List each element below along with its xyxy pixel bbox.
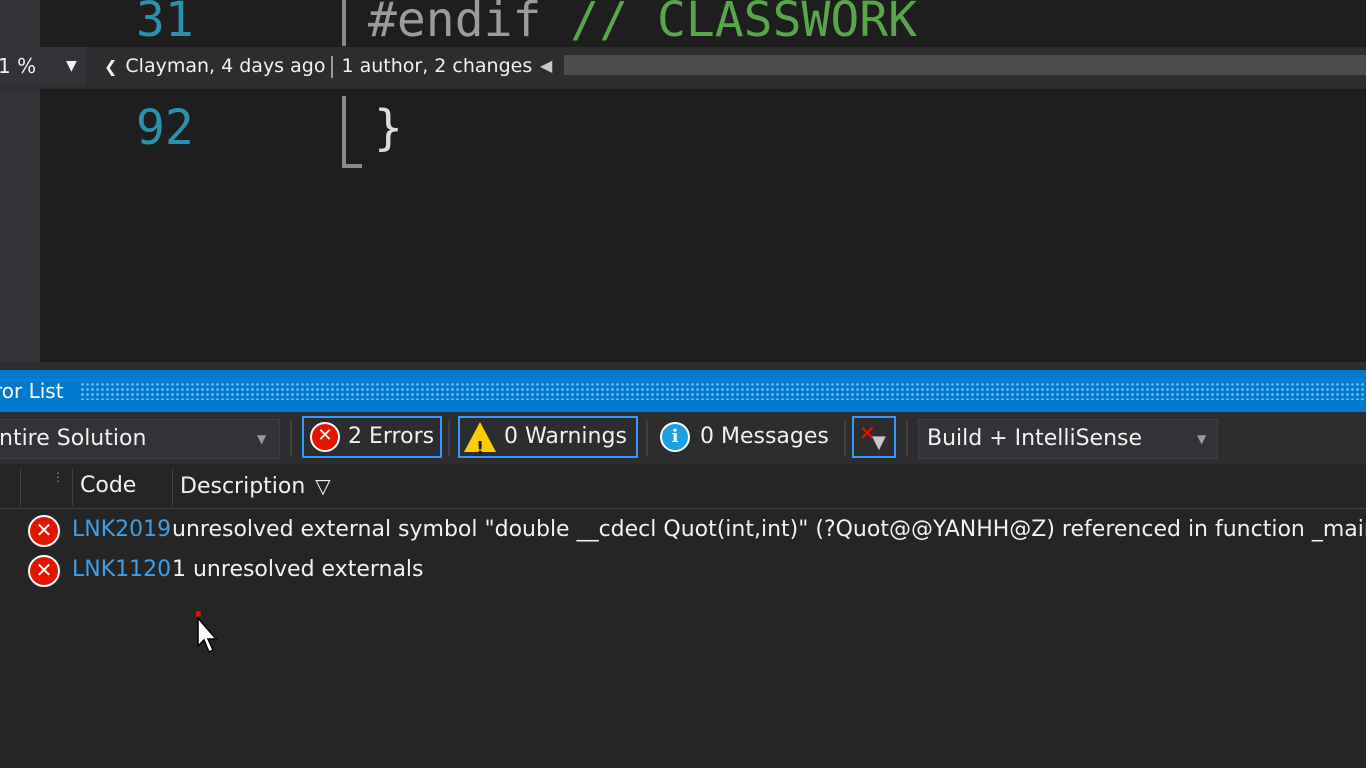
toolbar-divider — [448, 420, 450, 456]
scope-dropdown[interactable]: ntire Solution ▼ — [0, 419, 280, 459]
toolbar-divider — [290, 420, 292, 456]
blame-summary[interactable]: 1 author, 2 changes — [341, 55, 532, 77]
warnings-filter-button[interactable]: ! 0 Warnings — [458, 416, 638, 459]
column-header-description[interactable]: Description ▽ — [180, 464, 331, 508]
line-number: 92 — [136, 100, 194, 156]
filter-icon[interactable]: ▽ — [315, 474, 330, 498]
error-description: 1 unresolved externals — [172, 557, 424, 582]
chevron-down-icon: ▼ — [1197, 432, 1207, 446]
column-header-label: Description — [180, 474, 306, 499]
chevron-left-icon: ❮ — [104, 57, 118, 76]
table-row[interactable]: ✕ LNK1120 1 unresolved externals — [0, 550, 1366, 590]
outline-guide — [342, 96, 346, 168]
outline-guide-end — [342, 164, 362, 168]
source-value: Build + IntelliSense — [927, 426, 1143, 451]
source-dropdown[interactable]: Build + IntelliSense ▼ — [918, 419, 1218, 459]
error-description: unresolved external symbol "double __cde… — [172, 517, 1366, 542]
toolbar-divider — [646, 420, 648, 456]
column-divider[interactable] — [72, 468, 73, 506]
code-line[interactable]: #endif // CLASSWORK — [368, 0, 917, 44]
table-row[interactable]: ✕ LNK2019 unresolved external symbol "do… — [0, 510, 1366, 550]
column-header-code[interactable]: Code — [80, 464, 136, 508]
column-divider[interactable] — [20, 468, 21, 506]
preprocessor-directive: #endif — [368, 0, 542, 48]
funnel-icon: ▼ — [872, 432, 886, 453]
errors-filter-button[interactable]: ✕ 2 Errors — [302, 416, 442, 458]
error-circle-icon: ✕ — [28, 555, 60, 587]
zoom-value: 1 % — [0, 54, 37, 78]
error-code-link[interactable]: LNK1120 — [72, 550, 171, 590]
panel-title: ror List — [0, 379, 64, 403]
error-circle-icon: ✕ — [28, 515, 60, 547]
messages-count: 0 Messages — [700, 424, 829, 449]
mouse-pointer-icon — [196, 611, 218, 654]
scroll-left-icon[interactable]: ◀ — [540, 47, 552, 85]
info-circle-icon: i — [660, 422, 690, 452]
column-options-icon[interactable]: ⋮ — [52, 470, 64, 484]
code-comment: // CLASSWORK — [541, 0, 918, 48]
line-number: 31 — [136, 0, 194, 48]
blame-author: Clayman, 4 days ago — [125, 55, 326, 77]
chevron-down-icon: ▼ — [66, 58, 77, 74]
drag-grip[interactable] — [80, 382, 1366, 400]
splitter[interactable] — [0, 362, 1366, 370]
git-blame-info[interactable]: ❮ Clayman, 4 days ago 1 author, 2 changes — [104, 47, 532, 85]
zoom-combo[interactable]: 1 % ▼ — [0, 47, 86, 85]
messages-filter-button[interactable]: i 0 Messages — [656, 416, 836, 458]
toolbar-divider — [906, 420, 908, 456]
chevron-down-icon: ▼ — [257, 432, 267, 446]
error-code-link[interactable]: LNK2019 — [72, 510, 171, 550]
clear-filter-button[interactable]: ✕ ▼ — [852, 416, 896, 458]
divider — [331, 55, 334, 78]
scope-value: ntire Solution — [0, 426, 147, 451]
warnings-count: 0 Warnings — [504, 424, 627, 449]
error-circle-icon: ✕ — [310, 422, 340, 452]
errors-count: 2 Errors — [348, 424, 435, 449]
column-divider[interactable] — [172, 468, 173, 506]
horizontal-scrollbar[interactable] — [564, 55, 1366, 75]
error-list-titlebar[interactable]: ror List — [0, 370, 1366, 412]
code-line[interactable]: } — [374, 104, 403, 152]
toolbar-divider — [844, 420, 846, 456]
outline-guide — [342, 0, 346, 46]
